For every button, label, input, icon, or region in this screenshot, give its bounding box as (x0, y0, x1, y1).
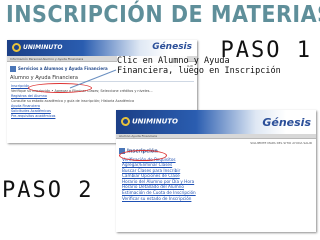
brand-left-text: UNIMINUTO (23, 44, 63, 51)
screenshot-step-2: UNIMINUTO Génesis Alumno Ayuda Financier… (116, 110, 316, 232)
brand-left-text: UNIMINUTO (132, 117, 178, 126)
section-icon (10, 66, 16, 72)
page-heading: Alumno y Ayuda Financiera (10, 75, 194, 82)
highlight-ring-alumno (28, 83, 92, 93)
status-links[interactable]: SIGUIENTE MAPA DEL SITIO AYUDA SALIR (250, 141, 312, 145)
slide-title: INSCRIPCIÓN DE MATERIAS (6, 2, 320, 28)
callout-line-2: Financiera, luego en Inscripción (117, 66, 281, 76)
logo-ring-icon (12, 43, 21, 52)
instruction-callout: Clic en Alumno y Ayuda Financiera, luego… (117, 56, 281, 76)
step-1-label: PASO 1 (220, 38, 312, 63)
logo-ring-icon (121, 117, 130, 126)
portal-banner: UNIMINUTO Génesis (7, 40, 197, 56)
section-title-text[interactable]: Servicios a Alumnos y Ayuda Financiera (18, 66, 108, 71)
portal-banner: UNIMINUTO Génesis (116, 110, 316, 134)
uniminuto-logo: UNIMINUTO (12, 43, 62, 52)
genesis-logo: Génesis (262, 116, 311, 129)
genesis-logo: Génesis (152, 42, 192, 52)
callout-line-1: Clic en Alumno y Ayuda (117, 56, 230, 66)
step-2-label: PASO 2 (2, 178, 94, 203)
menu-item[interactable]: Verificar su estado de Inscripción (122, 196, 310, 202)
highlight-ring-inscripcion (119, 150, 167, 161)
uniminuto-logo: UNIMINUTO (121, 117, 178, 126)
registration-menu-list: Verificación de Requisitos Agregar/Elimi… (122, 157, 310, 202)
